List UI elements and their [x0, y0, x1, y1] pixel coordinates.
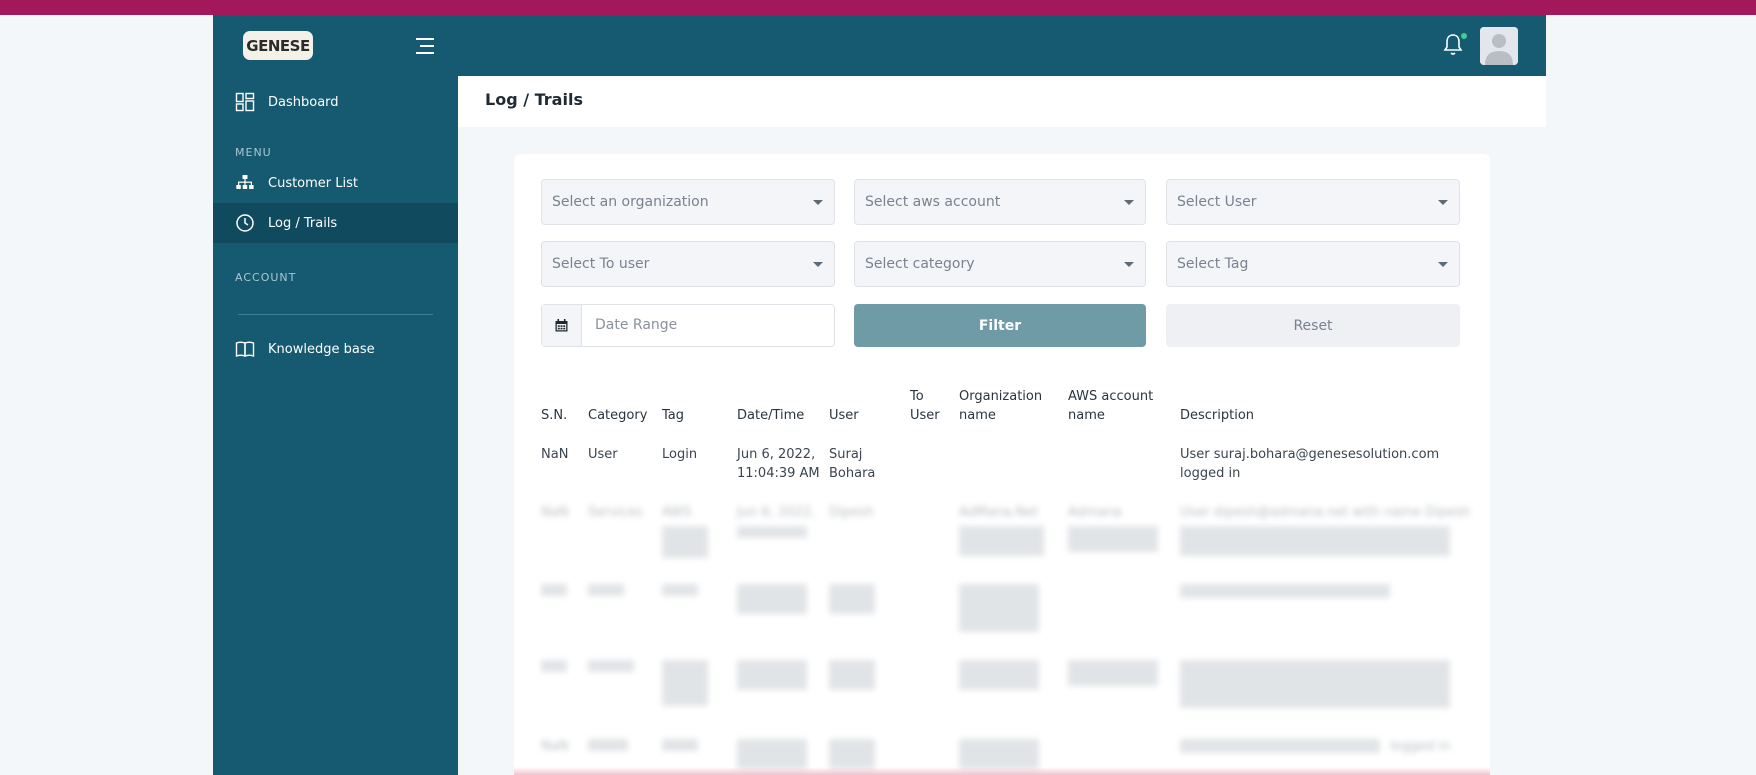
- blurred-block: [959, 584, 1039, 632]
- blurred-block: [1180, 660, 1450, 708]
- cell-user: Dipesh: [829, 505, 874, 520]
- blurred-block: [1180, 526, 1450, 556]
- sidebar-item-dashboard[interactable]: Dashboard: [213, 82, 458, 122]
- blurred-block: [588, 739, 628, 751]
- blurred-block: [829, 660, 875, 690]
- cell-date: Jun 6, 2022,: [737, 505, 816, 520]
- blurred-block: [588, 660, 634, 672]
- browser-tab-strip: [0, 0, 1756, 15]
- sidebar-item-label: Dashboard: [268, 94, 339, 110]
- blurred-block: [737, 584, 807, 614]
- cell-org: AdMana.Net: [959, 505, 1039, 520]
- menu-toggle-icon[interactable]: [412, 37, 434, 54]
- blurred-block: [1180, 739, 1380, 753]
- blurred-block: [541, 584, 567, 596]
- blurred-block: [1068, 526, 1158, 552]
- dashboard-icon: [235, 92, 255, 112]
- notification-badge: [1461, 33, 1467, 39]
- log-trails-card: Select an organization Select aws accoun…: [514, 154, 1490, 775]
- blurred-block: [737, 739, 807, 769]
- blurred-block: [662, 526, 708, 558]
- clock-icon: [236, 214, 254, 232]
- user-avatar-icon: [1480, 27, 1518, 65]
- blurred-block: [541, 660, 567, 672]
- blurred-block: [1180, 584, 1390, 598]
- blurred-block: [1068, 660, 1158, 686]
- sidebar-item-knowledge-base[interactable]: Knowledge base: [213, 329, 458, 369]
- bottom-edge-overlay: [514, 767, 1490, 775]
- sidebar: GENESE Dashboard MENU Customer List Log …: [213, 15, 458, 775]
- book-icon: [235, 341, 255, 358]
- blurred-block: [829, 584, 875, 614]
- sidebar-item-label: Customer List: [268, 175, 359, 191]
- cell-category: Services: [588, 505, 643, 520]
- cell-tag: AWS: [662, 505, 692, 520]
- sidebar-item-label: Log / Trails: [268, 215, 338, 231]
- blurred-block: [662, 739, 698, 751]
- section-label-account: ACCOUNT: [235, 271, 297, 284]
- logo[interactable]: GENESE: [243, 31, 313, 60]
- sidebar-item-label: Knowledge base: [268, 341, 375, 357]
- section-label-menu: MENU: [235, 146, 272, 159]
- blurred-block: [959, 739, 1039, 769]
- page-title-bar: Log / Trails: [458, 76, 1546, 127]
- sidebar-item-log-trails[interactable]: Log / Trails: [213, 203, 458, 243]
- sidebar-header: GENESE: [213, 15, 458, 76]
- blurred-block: [829, 739, 875, 769]
- avatar[interactable]: [1480, 27, 1518, 65]
- blurred-block: [662, 584, 698, 596]
- blurred-block: [959, 660, 1039, 690]
- cell-sn: NaN: [541, 739, 569, 754]
- sidebar-item-customer-list[interactable]: Customer List: [213, 163, 458, 203]
- cell-description: logged in: [1390, 739, 1451, 754]
- blurred-block: [588, 584, 624, 596]
- blurred-block: [959, 526, 1044, 556]
- cell-aws: Admana: [1068, 505, 1122, 520]
- blurred-block: [737, 526, 807, 538]
- cell-description: User dipesh@admana.net with name Dipesh: [1180, 505, 1471, 520]
- cell-sn: NaN: [541, 505, 569, 520]
- blurred-block: [662, 660, 708, 706]
- page-title: Log / Trails: [485, 90, 583, 109]
- top-header: [458, 15, 1546, 76]
- sitemap-icon: [236, 175, 254, 189]
- blurred-table-rows: NaN Services AWS Jun 6, 2022, Dipesh AdM…: [514, 154, 1490, 775]
- blurred-block: [737, 660, 807, 690]
